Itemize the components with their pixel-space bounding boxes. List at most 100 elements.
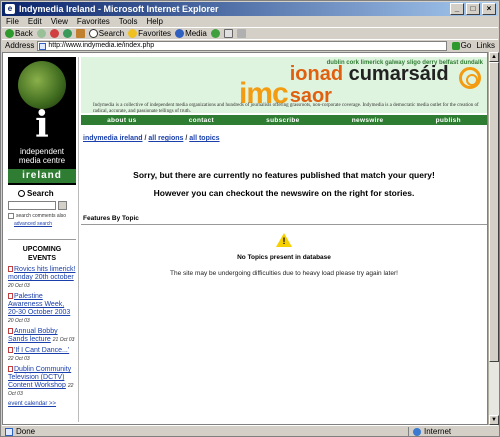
globe-graphic bbox=[18, 61, 66, 109]
event-link[interactable]: 'If I Cant Dance...' bbox=[14, 347, 69, 354]
event-calendar-link[interactable]: event calendar >> bbox=[8, 401, 76, 407]
event-item: Annual Bobby Sands lecture 21 Oct 03 bbox=[8, 328, 76, 344]
calendar-icon bbox=[8, 366, 13, 372]
scroll-up-button[interactable]: ▲ bbox=[489, 52, 499, 62]
back-button[interactable]: Back bbox=[5, 29, 33, 38]
print-icon bbox=[236, 29, 246, 38]
search-label: Search bbox=[98, 29, 125, 38]
event-link[interactable]: Palestine Awareness Week, 20-30 October … bbox=[8, 293, 70, 316]
media-label: Media bbox=[185, 29, 207, 38]
broadcast-rings-icon bbox=[459, 67, 481, 89]
print-button[interactable] bbox=[236, 29, 246, 38]
calendar-icon bbox=[8, 328, 13, 334]
maximize-button[interactable]: □ bbox=[466, 3, 480, 15]
toolbar: Back Search Favorites Media bbox=[2, 27, 498, 39]
links-button[interactable]: Links bbox=[476, 41, 498, 50]
imc-logo[interactable]: i independent media centre ireland bbox=[8, 57, 76, 185]
address-input[interactable]: http://www.indymedia.ie/index.php bbox=[37, 40, 447, 51]
breadcrumb-all-topics[interactable]: all topics bbox=[189, 135, 219, 142]
status-text: Done bbox=[16, 427, 36, 436]
search-input[interactable] bbox=[8, 201, 56, 210]
difficulty-message: The site may be undergoing difficulties … bbox=[170, 270, 398, 277]
event-date: 20 Oct 03 bbox=[8, 318, 30, 324]
nav-subscribe[interactable]: subscribe bbox=[266, 117, 299, 124]
stop-button[interactable] bbox=[49, 29, 59, 38]
refresh-button[interactable] bbox=[62, 29, 72, 38]
status-done: Done bbox=[5, 427, 408, 436]
logo-ireland: ireland bbox=[8, 169, 76, 183]
magnifier-icon bbox=[18, 190, 25, 197]
page-content: i independent media centre ireland Searc… bbox=[2, 52, 488, 425]
advanced-search-link[interactable]: advanced search bbox=[14, 221, 76, 227]
event-date: 22 Oct 03 bbox=[8, 356, 30, 362]
event-date: 21 Oct 03 bbox=[52, 337, 75, 343]
divider bbox=[8, 239, 76, 240]
breadcrumb-all-regions[interactable]: all regions bbox=[148, 135, 183, 142]
calendar-icon bbox=[8, 293, 13, 299]
newswire-hint: However you can checkout the newswire on… bbox=[153, 188, 415, 198]
brand-name-b: cumarsáid bbox=[348, 63, 449, 85]
back-label: Back bbox=[15, 29, 33, 38]
event-date: 20 Oct 03 bbox=[8, 283, 30, 289]
search-comments-checkbox[interactable] bbox=[8, 213, 14, 219]
search-submit-button[interactable] bbox=[58, 201, 67, 210]
tagline: Indymedia is a collective of independent… bbox=[93, 103, 479, 113]
logo-text: independent media centre bbox=[8, 147, 76, 165]
search-box: Search search comments also advanced sea… bbox=[8, 189, 76, 227]
mail-icon bbox=[223, 29, 233, 38]
event-item: Dublin Community Television (DCTV) Conte… bbox=[8, 366, 76, 398]
event-link[interactable]: Dublin Community Television (DCTV) Conte… bbox=[8, 366, 71, 389]
back-arrow-icon bbox=[5, 29, 14, 38]
brand-name: ionad cumarsáid saor bbox=[290, 63, 487, 107]
go-arrow-icon bbox=[451, 41, 460, 50]
event-link[interactable]: Annual Bobby Sands lecture bbox=[8, 328, 58, 343]
brand-name-a: ionad bbox=[289, 63, 349, 85]
address-label: Address bbox=[5, 41, 35, 50]
home-icon bbox=[75, 29, 85, 38]
address-url: http://www.indymedia.ie/index.php bbox=[48, 41, 155, 49]
globe-icon bbox=[413, 427, 421, 436]
calendar-icon bbox=[8, 266, 13, 272]
search-title-text: Search bbox=[27, 189, 54, 198]
search-button[interactable]: Search bbox=[88, 29, 125, 38]
close-button[interactable]: × bbox=[482, 3, 496, 15]
go-button[interactable]: Go bbox=[450, 41, 474, 50]
vertical-scrollbar[interactable]: ▲ ▼ bbox=[488, 52, 499, 425]
browser-window: e Indymedia Ireland - Microsoft Internet… bbox=[0, 0, 500, 437]
search-comments-row: search comments also bbox=[8, 213, 76, 219]
event-item: Rovics hits limerick! monday 20th octobe… bbox=[8, 266, 76, 290]
column-divider bbox=[78, 57, 79, 422]
forward-arrow-icon bbox=[36, 29, 46, 38]
favorites-label: Favorites bbox=[138, 29, 172, 38]
scroll-thumb[interactable] bbox=[489, 62, 499, 362]
nav-newswire[interactable]: newswire bbox=[352, 117, 384, 124]
home-button[interactable] bbox=[75, 29, 85, 38]
event-link[interactable]: Rovics hits limerick! monday 20th octobe… bbox=[8, 266, 75, 281]
calendar-icon bbox=[8, 347, 13, 353]
scroll-down-button[interactable]: ▼ bbox=[489, 415, 499, 425]
media-icon bbox=[175, 29, 185, 38]
forward-button[interactable] bbox=[36, 29, 46, 38]
zone-label: Internet bbox=[424, 427, 452, 436]
nav-about-us[interactable]: about us bbox=[107, 117, 136, 124]
star-icon bbox=[128, 29, 138, 38]
mail-button[interactable] bbox=[223, 29, 233, 38]
breadcrumb: indymedia ireland / all regions / all to… bbox=[83, 135, 220, 142]
page-icon bbox=[39, 42, 47, 50]
favorites-button[interactable]: Favorites bbox=[128, 29, 171, 38]
logo-line-2: media centre bbox=[18, 156, 66, 165]
event-item: 'If I Cant Dance...' 22 Oct 03 bbox=[8, 347, 76, 363]
no-features-message: Sorry, but there are currently no featur… bbox=[133, 170, 435, 180]
warning-icon: ! bbox=[276, 233, 292, 247]
breadcrumb-indymedia-ireland[interactable]: indymedia ireland bbox=[83, 135, 143, 142]
events-title: UPCOMING EVENTS bbox=[22, 246, 62, 262]
ie-icon: e bbox=[5, 4, 15, 14]
minimize-button[interactable]: _ bbox=[450, 3, 464, 15]
stop-icon bbox=[49, 29, 59, 38]
nav-contact[interactable]: contact bbox=[189, 117, 214, 124]
nav-publish[interactable]: publish bbox=[436, 117, 461, 124]
logo-line-1: independent bbox=[19, 147, 65, 156]
history-button[interactable] bbox=[210, 29, 220, 38]
media-button[interactable]: Media bbox=[175, 29, 207, 38]
window-controls: _ □ × bbox=[450, 3, 496, 15]
